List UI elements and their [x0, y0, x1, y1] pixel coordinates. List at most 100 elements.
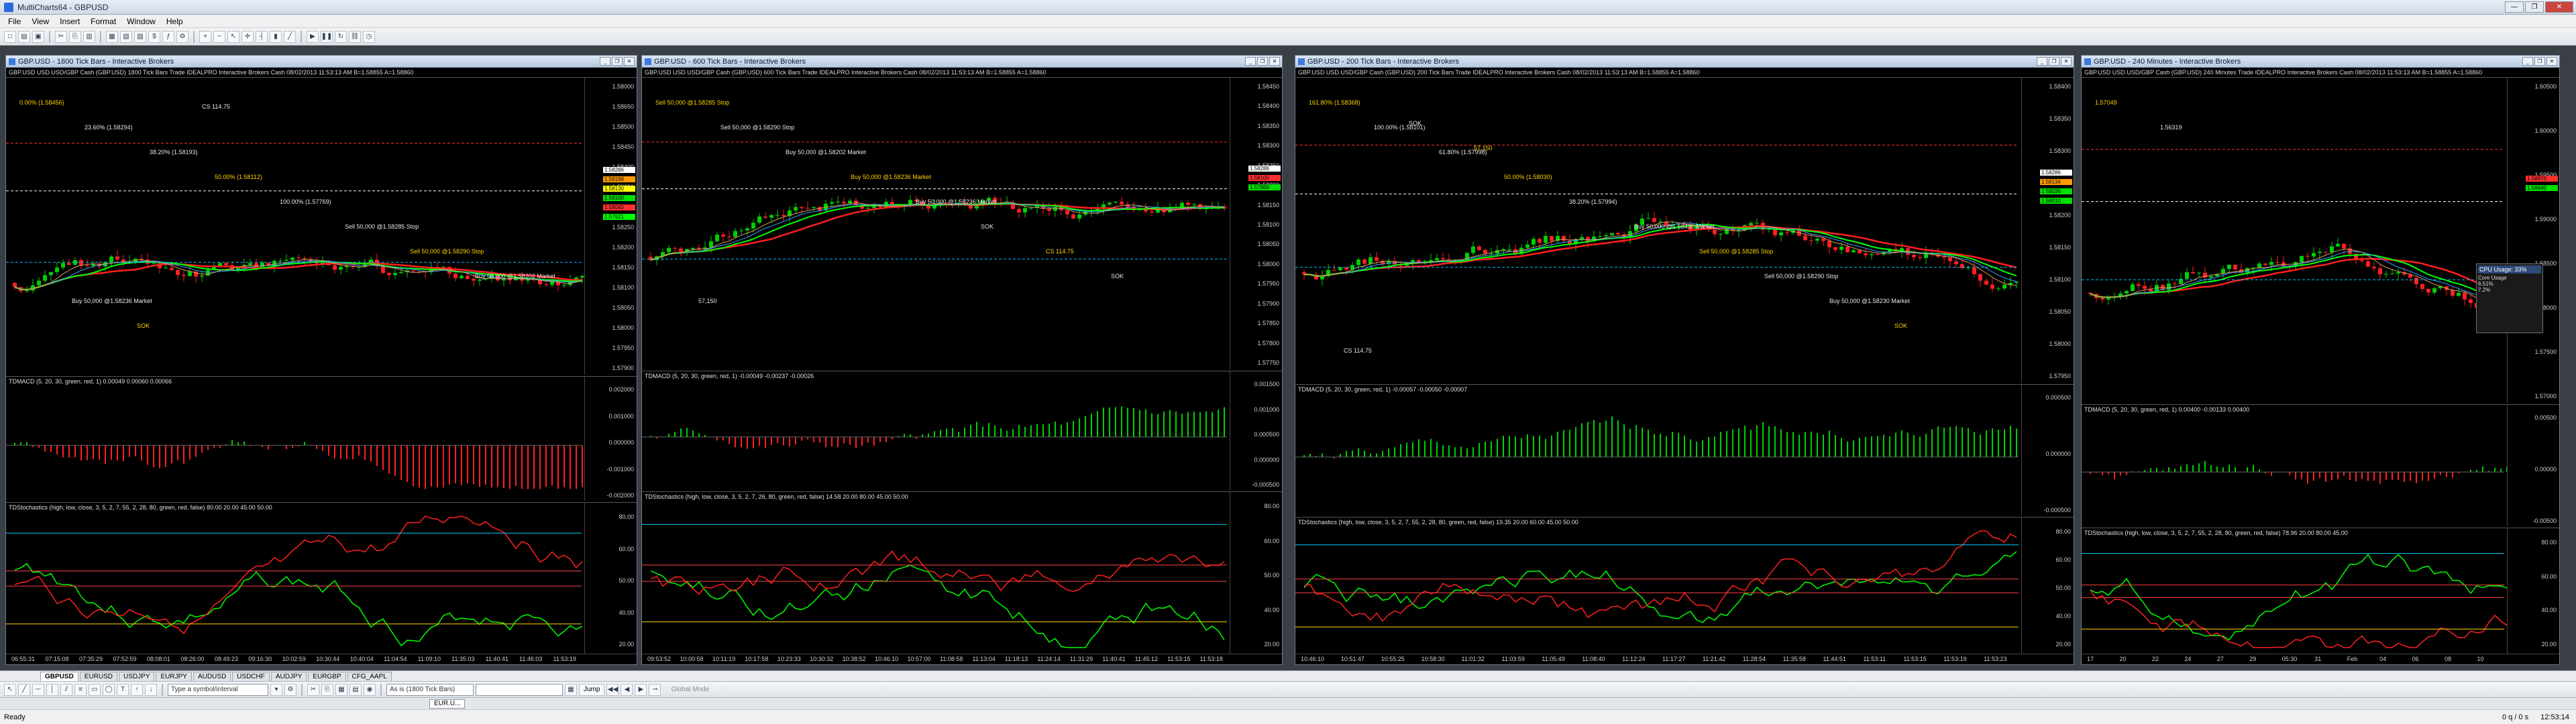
price-pane[interactable]: Sell 50,000 @1.58285 Stop Sell 50,000 @1.… [642, 77, 1282, 369]
channel-icon[interactable]: ⫽ [60, 683, 72, 696]
calendar-icon[interactable]: ▦ [565, 683, 577, 696]
link-icon[interactable]: ⛓ [349, 30, 361, 43]
chart-window-title-bar[interactable]: GBP.USD - 200 Tick Bars - Interactive Br… [1295, 56, 2074, 68]
paste-icon[interactable]: ▥ [83, 30, 95, 43]
indicator-icon[interactable]: ƒ [162, 30, 174, 43]
new-icon[interactable]: □ [4, 30, 16, 43]
rectangle-icon[interactable]: ▭ [89, 683, 101, 696]
chart-window-title-bar[interactable]: GBP.USD - 600 Tick Bars - Interactive Br… [642, 56, 1282, 68]
price-chart[interactable]: 161.80% (1.58368)100.00% (1.58101)61.80%… [1295, 78, 2074, 383]
candles-icon[interactable]: ▮ [270, 30, 282, 43]
close-icon[interactable]: ✕ [2546, 57, 2557, 66]
chart-window-240-minutes[interactable]: GBP.USD - 240 Minutes - Interactive Brok… [2081, 55, 2560, 665]
layout-icon[interactable]: ▤ [350, 683, 362, 696]
minimize-icon[interactable]: _ [600, 57, 610, 66]
arrow-up-icon[interactable]: ↑ [131, 683, 143, 696]
pause-icon[interactable]: ❚❚ [321, 30, 333, 43]
symbol-input[interactable]: Type a symbol/interval [168, 683, 268, 696]
tdmacd-pane[interactable]: TDMACD (5, 20, 30, green, red, 1) -0.000… [1295, 384, 2074, 516]
menu-help[interactable]: Help [161, 17, 189, 26]
trendline-icon[interactable]: ╱ [18, 683, 30, 696]
minimize-icon[interactable]: _ [1245, 57, 1256, 66]
tdmacd-pane[interactable]: TDMACD (5, 20, 30, green, red, 1) 0.0004… [6, 376, 637, 501]
minimize-icon[interactable]: _ [2522, 57, 2533, 66]
cut-icon[interactable]: ✂ [307, 683, 319, 696]
tab-eurgbp[interactable]: EURGBP [308, 672, 346, 681]
camera-icon[interactable]: ◉ [364, 683, 376, 696]
restore-icon[interactable]: ❐ [612, 57, 623, 66]
menu-format[interactable]: Format [85, 17, 121, 26]
chart-window-title-bar[interactable]: GBP.USD - 1800 Tick Bars - Interactive B… [6, 56, 637, 68]
close-icon[interactable]: ✕ [624, 57, 635, 66]
price-chart[interactable]: 0.00% (1.58456) 23.60% (1.58294) 38.20% (1… [6, 78, 637, 375]
pointer-icon[interactable]: ↖ [4, 683, 16, 696]
save-icon[interactable]: ▣ [32, 30, 44, 43]
open-icon[interactable]: ▤ [18, 30, 30, 43]
close-icon[interactable]: ✕ [1269, 57, 1280, 66]
menu-view[interactable]: View [26, 17, 54, 26]
zoom-out-icon[interactable]: − [213, 30, 225, 43]
price-pane[interactable]: 0.00% (1.58456) 23.60% (1.58294) 38.20% (1… [6, 77, 637, 375]
price-pane[interactable]: 161.80% (1.58368) 100.00% (1.58101) 61.80%… [1295, 77, 2074, 383]
chart-window-1800-tick[interactable]: GBP.USD - 1800 Tick Bars - Interactive B… [5, 55, 637, 665]
price-chart[interactable]: 1.57049 1.56319 [2082, 78, 2559, 404]
vline-icon[interactable]: │ [46, 683, 58, 696]
tdstochastics-pane[interactable]: TDStochastics (high, low, close, 3, 5, 2… [642, 491, 1282, 664]
line-chart-icon[interactable]: ╱ [284, 30, 296, 43]
step-back-icon[interactable]: ◀ [621, 683, 633, 696]
menu-file[interactable]: File [3, 17, 26, 26]
tab-cfg-aapl[interactable]: CFG_AAPL [347, 672, 392, 681]
chart-window-title-bar[interactable]: GBP.USD - 240 Minutes - Interactive Brok… [2082, 56, 2559, 68]
tab-audjpy[interactable]: AUDJPY [270, 672, 307, 681]
tab-usdchf[interactable]: USDCHF [232, 672, 270, 681]
tdstochastics-pane[interactable]: TDStochastics (high, low, close, 3, 5, 2… [6, 502, 637, 664]
strategy-icon[interactable]: ⚙ [176, 30, 189, 43]
jump-button[interactable]: Jump [579, 683, 605, 696]
restore-icon[interactable]: ❐ [2534, 57, 2545, 66]
tdmacd-pane[interactable]: TDMACD (5, 20, 30, green, red, 1) 0.0040… [2082, 404, 2559, 526]
copy-icon[interactable]: ⎘ [321, 683, 333, 696]
chart-window-200-tick[interactable]: GBP.USD - 200 Tick Bars - Interactive Br… [1295, 55, 2074, 665]
clock-icon[interactable]: ◷ [363, 30, 375, 43]
hline-icon[interactable]: ─ [32, 683, 44, 696]
price-chart[interactable]: Sell 50,000 @1.58285 Stop Sell 50,000 @1.… [642, 78, 1282, 370]
price-pane[interactable]: 1.570491.56319 1.605001.600001.595001.59… [2082, 77, 2559, 403]
global-mode-label[interactable]: Global Mode [671, 686, 709, 693]
settings-icon[interactable]: ⚙ [284, 683, 297, 696]
chart-window-600-tick[interactable]: GBP.USD - 600 Tick Bars - Interactive Br… [641, 55, 1283, 665]
text-icon[interactable]: T [117, 683, 129, 696]
chart-window-icon[interactable]: ▦ [106, 30, 118, 43]
menu-insert[interactable]: Insert [54, 17, 85, 26]
crosshair-icon[interactable]: ✛ [241, 30, 254, 43]
taskbar-item[interactable]: EUR.U... [429, 699, 466, 709]
cut-icon[interactable]: ✂ [55, 30, 67, 43]
copy-icon[interactable]: ⎘ [69, 30, 81, 43]
chevron-down-icon[interactable]: ▾ [270, 683, 282, 696]
cursor-icon[interactable]: ↖ [227, 30, 239, 43]
tab-audusd[interactable]: AUDUSD [193, 672, 231, 681]
scroll-slider-icon[interactable]: ⊸ [649, 683, 661, 696]
scanner-icon[interactable]: ▧ [120, 30, 132, 43]
close-button[interactable]: ✕ [2545, 1, 2573, 13]
minimize-button[interactable]: — [2505, 1, 2524, 13]
tdstochastics-pane[interactable]: TDStochastics (high, low, close, 3, 5, 2… [2082, 528, 2559, 664]
chart-bars-icon[interactable]: ┤ [256, 30, 268, 43]
maximize-button[interactable]: ❐ [2525, 1, 2544, 13]
grid-icon[interactable]: ▦ [335, 683, 347, 696]
arrow-down-icon[interactable]: ↓ [145, 683, 157, 696]
tab-eurjpy[interactable]: EURJPY [156, 672, 192, 681]
zoom-in-icon[interactable]: + [199, 30, 211, 43]
tab-eurusd[interactable]: EURUSD [79, 672, 118, 681]
close-icon[interactable]: ✕ [2061, 57, 2072, 66]
dom-icon[interactable]: ▨ [134, 30, 146, 43]
restore-icon[interactable]: ❐ [1257, 57, 1268, 66]
tab-gbpusd[interactable]: GBPUSD [40, 672, 78, 681]
order-icon[interactable]: $ [148, 30, 160, 43]
tdstochastics-pane[interactable]: TDStochastics (high, low, close, 3, 5, 2… [1295, 517, 2074, 664]
rewind-icon[interactable]: ◀◀ [606, 683, 619, 696]
ellipse-icon[interactable]: ◯ [103, 683, 115, 696]
restore-icon[interactable]: ❐ [2049, 57, 2059, 66]
play-icon[interactable]: ▶ [307, 30, 319, 43]
tdmacd-pane[interactable]: TDMACD (5, 20, 30, green, red, 1) -0.000… [642, 371, 1282, 490]
minimize-icon[interactable]: _ [2037, 57, 2047, 66]
